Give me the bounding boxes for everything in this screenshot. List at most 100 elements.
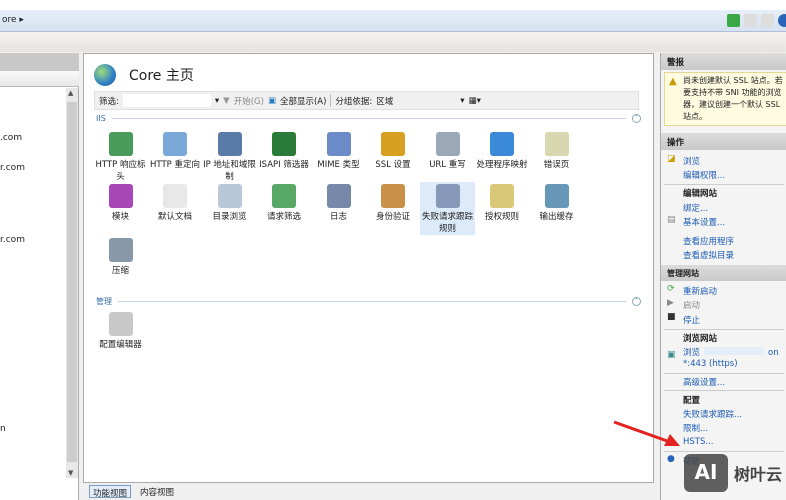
feature-item[interactable]: 目录浏览 bbox=[202, 182, 257, 223]
feature-icon bbox=[272, 184, 296, 208]
home-icon[interactable] bbox=[761, 14, 774, 27]
edit-permissions-link[interactable]: 编辑权限... bbox=[683, 169, 725, 181]
tree-node[interactable]: n bbox=[0, 424, 6, 434]
start-button[interactable]: 开始(G) bbox=[234, 95, 264, 107]
start-icon: ▶ bbox=[667, 298, 674, 308]
feature-label: MIME 类型 bbox=[317, 160, 360, 170]
feature-item[interactable]: 模块 bbox=[93, 182, 148, 223]
feature-item[interactable]: 处理程序映射 bbox=[475, 130, 530, 171]
feature-icon bbox=[272, 132, 296, 156]
basic-settings-link[interactable]: 基本设置... bbox=[683, 216, 725, 228]
breadcrumb[interactable]: ore ▸ bbox=[2, 15, 24, 25]
feature-item[interactable]: MIME 类型 bbox=[311, 130, 366, 171]
tree-node[interactable]: r.com bbox=[0, 163, 25, 173]
show-all-button[interactable]: 全部显示(A) bbox=[280, 95, 326, 107]
browse-link[interactable]: 浏览 bbox=[683, 155, 700, 167]
feature-icon bbox=[163, 184, 187, 208]
feature-label: IP 地址和域限制 bbox=[203, 160, 256, 182]
feature-icon bbox=[490, 184, 514, 208]
tree-node[interactable]: .com bbox=[0, 133, 22, 143]
feature-item[interactable]: 输出缓存 bbox=[529, 182, 584, 223]
feature-item[interactable]: SSL 设置 bbox=[366, 130, 421, 171]
restart-link[interactable]: 重新启动 bbox=[683, 285, 717, 297]
refresh-icon[interactable] bbox=[727, 14, 740, 27]
feature-icon bbox=[108, 184, 133, 208]
feature-item[interactable]: HTTP 响应标头 bbox=[93, 130, 148, 183]
menu-bar bbox=[0, 32, 786, 52]
group-header-management[interactable]: 管理 ˄ bbox=[96, 296, 641, 307]
group-name: 管理 bbox=[96, 297, 112, 306]
scroll-up-icon[interactable]: ▲ bbox=[68, 89, 73, 97]
collapse-icon[interactable]: ˄ bbox=[632, 114, 641, 123]
feature-item[interactable]: 压缩 bbox=[93, 236, 148, 277]
view-mode-icon[interactable]: ▦▾ bbox=[469, 96, 481, 106]
filter-input[interactable] bbox=[122, 94, 211, 107]
feature-item[interactable]: 错误页 bbox=[529, 130, 584, 171]
feature-label: 身份验证 bbox=[375, 212, 410, 222]
separator bbox=[330, 94, 332, 107]
feature-icon bbox=[381, 132, 405, 156]
feature-item[interactable]: ISAPI 筛选器 bbox=[257, 130, 312, 171]
feature-item[interactable]: URL 重写 bbox=[420, 130, 475, 171]
view-virtual-dirs-link[interactable]: 查看虚拟目录 bbox=[683, 249, 734, 261]
connections-header bbox=[0, 53, 79, 71]
feature-label: 处理程序映射 bbox=[476, 160, 528, 170]
settings-icon: ▤ bbox=[667, 215, 676, 225]
help-icon[interactable] bbox=[778, 14, 786, 27]
alert-line: 尚未创建默认 SSL 站点。若 bbox=[683, 76, 783, 85]
bindings-link[interactable]: 绑定... bbox=[683, 202, 708, 214]
limits-link[interactable]: 限制... bbox=[683, 422, 708, 434]
hsts-link[interactable]: HSTS... bbox=[683, 437, 713, 447]
failed-request-tracing-link[interactable]: 失败请求跟踪... bbox=[683, 408, 742, 420]
feature-icon bbox=[163, 132, 187, 156]
feature-item[interactable]: IP 地址和域限制 bbox=[202, 130, 257, 183]
address-bar[interactable]: ore ▸ bbox=[0, 10, 786, 32]
feature-item[interactable]: 日志 bbox=[311, 182, 366, 223]
help-icon: ● bbox=[667, 454, 675, 464]
show-all-icon: ▣ bbox=[267, 95, 276, 106]
feature-label: 目录浏览 bbox=[212, 212, 247, 222]
feature-item[interactable]: 失败请求跟踪规则 bbox=[420, 182, 475, 235]
collapse-icon[interactable]: ˄ bbox=[632, 297, 641, 306]
features-view-tab[interactable]: 功能视图 bbox=[89, 485, 132, 499]
red-arrow-annotation bbox=[613, 420, 680, 446]
content-view-tab[interactable]: 内容视图 bbox=[137, 485, 177, 498]
tree-node[interactable]: r.com bbox=[0, 235, 25, 245]
advanced-settings-link[interactable]: 高级设置... bbox=[683, 376, 725, 388]
feature-icon bbox=[217, 132, 242, 156]
feature-item[interactable]: 授权规则 bbox=[475, 182, 530, 223]
feature-item[interactable]: 默认文档 bbox=[148, 182, 203, 223]
start-link[interactable]: 启动 bbox=[683, 299, 700, 311]
feature-icon bbox=[490, 132, 514, 156]
feature-icon bbox=[108, 312, 133, 336]
feature-item[interactable]: HTTP 重定向 bbox=[148, 130, 203, 171]
feature-label: SSL 设置 bbox=[375, 160, 411, 170]
feature-label: 模块 bbox=[111, 212, 129, 222]
dropdown-icon[interactable]: ▾ bbox=[215, 96, 219, 106]
feature-label: 压缩 bbox=[111, 266, 129, 276]
scrollbar-thumb[interactable] bbox=[67, 102, 77, 462]
tree-scrollbar[interactable]: ▲ ▼ bbox=[66, 88, 78, 478]
browse-icon: ◪ bbox=[667, 154, 676, 164]
group-by-select[interactable]: 区域 bbox=[376, 95, 456, 107]
stop-icon[interactable] bbox=[744, 14, 757, 27]
stop-icon: ■ bbox=[667, 312, 676, 322]
alert-line: 器，建议创建一个默认 SSL bbox=[683, 100, 781, 109]
browse-site-link[interactable]: 浏览 on bbox=[683, 346, 779, 358]
feature-item[interactable]: 请求筛选 bbox=[257, 182, 312, 223]
feature-label: 默认文档 bbox=[157, 212, 192, 222]
feature-item[interactable]: 身份验证 bbox=[366, 182, 421, 223]
actions-header: 操作 bbox=[661, 133, 786, 150]
redacted-host bbox=[704, 347, 765, 355]
funnel-icon: ▼ bbox=[223, 95, 230, 106]
dropdown-icon[interactable]: ▾ bbox=[460, 96, 464, 106]
alert-line: 站点。 bbox=[683, 112, 707, 121]
view-applications-link[interactable]: 查看应用程序 bbox=[683, 235, 734, 247]
feature-item[interactable]: 配置编辑器 bbox=[93, 310, 148, 351]
group-header-iis[interactable]: IIS ˄ bbox=[96, 114, 641, 123]
https-binding-link[interactable]: *:443 (https) bbox=[683, 359, 738, 369]
stop-link[interactable]: 停止 bbox=[683, 314, 700, 326]
globe-icon bbox=[94, 64, 116, 86]
scroll-down-icon[interactable]: ▼ bbox=[68, 469, 73, 477]
configure-heading: 配置 bbox=[683, 396, 701, 406]
